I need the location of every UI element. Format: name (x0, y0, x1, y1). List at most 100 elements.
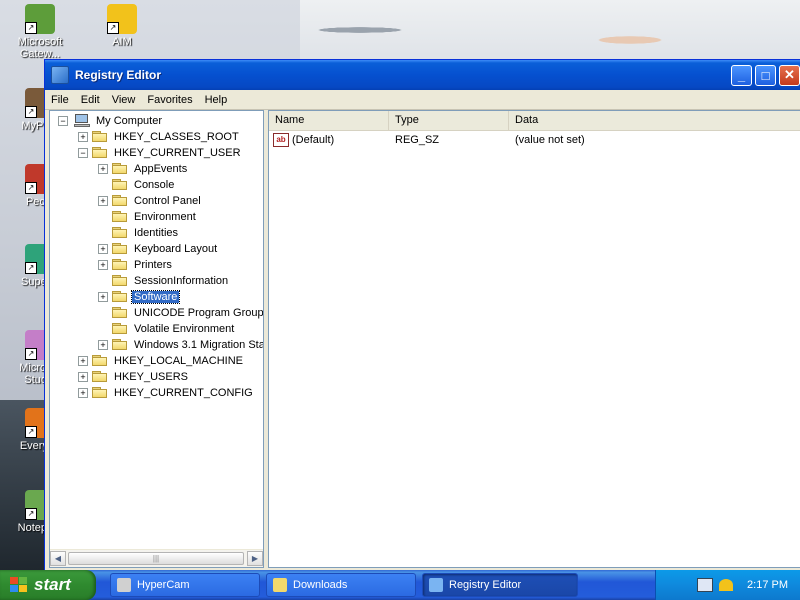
expand-toggle[interactable]: + (98, 340, 108, 350)
folder-icon (112, 163, 128, 175)
expand-toggle[interactable]: + (98, 244, 108, 254)
expand-toggle[interactable]: + (78, 132, 88, 142)
maximize-button[interactable]: □ (755, 64, 776, 86)
desktop-icon[interactable]: ↗ AIM (90, 4, 154, 48)
column-header-name[interactable]: Name (269, 111, 389, 130)
expand-toggle[interactable]: + (78, 372, 88, 382)
folder-icon (273, 578, 287, 592)
tree-node[interactable]: + AppEvents (50, 161, 189, 177)
tree-horizontal-scrollbar[interactable]: ◀ ||| ▶ (50, 549, 263, 567)
folder-icon (112, 179, 128, 191)
desktop-icon-label: AIM (112, 36, 132, 48)
close-button[interactable]: ✕ (779, 64, 800, 86)
tree-node-label: HKEY_LOCAL_MACHINE (114, 355, 243, 367)
column-header-data[interactable]: Data (509, 111, 800, 130)
expand-toggle[interactable]: + (98, 196, 108, 206)
folder-icon (92, 355, 108, 367)
value-name-cell: ab (Default) (269, 133, 389, 147)
title-bar[interactable]: Registry Editor _ □ ✕ (45, 60, 800, 90)
scroll-track[interactable]: ||| (66, 551, 247, 566)
string-value-icon: ab (273, 133, 289, 147)
menu-view[interactable]: View (106, 94, 142, 106)
task-label: Downloads (293, 579, 348, 591)
shortcut-arrow-icon: ↗ (107, 22, 119, 34)
tree-node-label: Keyboard Layout (134, 243, 218, 255)
expand-toggle[interactable]: + (98, 292, 108, 302)
menu-help[interactable]: Help (199, 94, 234, 106)
network-icon[interactable] (719, 579, 734, 591)
tree-node[interactable]: + Software (50, 289, 181, 305)
folder-icon (112, 275, 128, 287)
task-downloads[interactable]: Downloads (266, 573, 416, 597)
folder-icon (92, 387, 108, 399)
start-button[interactable]: start (0, 570, 96, 600)
tree-node[interactable]: + HKEY_LOCAL_MACHINE (50, 353, 245, 369)
tree-node-label: HKEY_USERS (114, 371, 188, 383)
tree-node[interactable]: Volatile Environment (50, 321, 236, 337)
folder-icon (112, 195, 128, 207)
keyboard-icon[interactable] (697, 578, 714, 592)
menu-favorites[interactable]: Favorites (141, 94, 198, 106)
tree-node[interactable]: + HKEY_USERS (50, 369, 190, 385)
scroll-thumb[interactable]: ||| (68, 552, 244, 565)
registry-editor-icon (429, 578, 443, 592)
system-tray: 2:17 PM (655, 570, 800, 600)
tree-node[interactable]: + HKEY_CLASSES_ROOT (50, 129, 241, 145)
menu-edit[interactable]: Edit (75, 94, 106, 106)
tree-node[interactable]: + Keyboard Layout (50, 241, 219, 257)
task-label: Registry Editor (449, 579, 522, 591)
tree-node-label: HKEY_CURRENT_USER (114, 147, 241, 159)
tree-content: − My Computer + HKEY_CLASSES_ROOT − HKEY_CU… (50, 111, 263, 550)
shortcut-arrow-icon: ↗ (25, 426, 37, 438)
tree-node[interactable]: Identities (50, 225, 180, 241)
folder-icon (112, 323, 128, 335)
task-hypercam[interactable]: HyperCam (110, 573, 260, 597)
folder-icon (92, 131, 108, 143)
expand-toggle[interactable]: + (78, 356, 88, 366)
expand-toggle[interactable]: + (98, 260, 108, 270)
expand-toggle[interactable]: + (78, 388, 88, 398)
tree-node-label: Environment (134, 211, 196, 223)
editor-panes: − My Computer + HKEY_CLASSES_ROOT − HKEY_CU… (49, 110, 800, 568)
tree-node-my-computer[interactable]: − My Computer (58, 113, 164, 129)
collapse-toggle[interactable]: − (58, 116, 68, 126)
expand-toggle[interactable]: + (98, 164, 108, 174)
tree-node[interactable]: + HKEY_CURRENT_CONFIG (50, 385, 255, 401)
tree-node[interactable]: UNICODE Program Groups (50, 305, 263, 321)
minimize-button[interactable]: _ (731, 64, 752, 86)
folder-icon (92, 147, 108, 159)
shortcut-arrow-icon: ↗ (25, 348, 37, 360)
scroll-left-button[interactable]: ◀ (50, 551, 66, 566)
tree-node[interactable]: − HKEY_CURRENT_USER (50, 145, 243, 161)
tree-node-label: HKEY_CLASSES_ROOT (114, 131, 239, 143)
tree-node[interactable]: + Windows 3.1 Migration Stat (50, 337, 263, 353)
tree-node[interactable]: Console (50, 177, 176, 193)
shortcut-arrow-icon: ↗ (25, 106, 37, 118)
tree-node[interactable]: + Printers (50, 257, 174, 273)
tree-node-label: Windows 3.1 Migration Stat (134, 339, 263, 351)
folder-icon (112, 339, 128, 351)
shortcut-arrow-icon: ↗ (25, 508, 37, 520)
column-header-type[interactable]: Type (389, 111, 509, 130)
list-item[interactable]: ab (Default) REG_SZ (value not set) (269, 131, 800, 149)
tree-node-label: Software (130, 290, 181, 304)
scroll-right-button[interactable]: ▶ (247, 551, 263, 566)
computer-icon (74, 114, 90, 128)
clock[interactable]: 2:17 PM (747, 579, 788, 591)
tree-node[interactable]: Environment (50, 209, 198, 225)
menu-file[interactable]: File (45, 94, 75, 106)
desktop-icon[interactable]: ↗ Microsoft Gatew... (8, 4, 72, 60)
hypercam-icon (117, 578, 131, 592)
folder-icon (92, 371, 108, 383)
collapse-toggle[interactable]: − (78, 148, 88, 158)
taskbar: start HyperCam Downloads Registry Editor… (0, 570, 800, 600)
folder-icon (112, 307, 128, 319)
shortcut-arrow-icon: ↗ (25, 22, 37, 34)
shortcut-arrow-icon: ↗ (25, 262, 37, 274)
tree-node[interactable]: + Control Panel (50, 193, 203, 209)
wallpaper-art (300, 0, 800, 60)
tree-node[interactable]: SessionInformation (50, 273, 230, 289)
tree-node-label: Console (134, 179, 175, 191)
task-registry-editor[interactable]: Registry Editor (422, 573, 578, 597)
windows-flag-icon (10, 577, 28, 593)
